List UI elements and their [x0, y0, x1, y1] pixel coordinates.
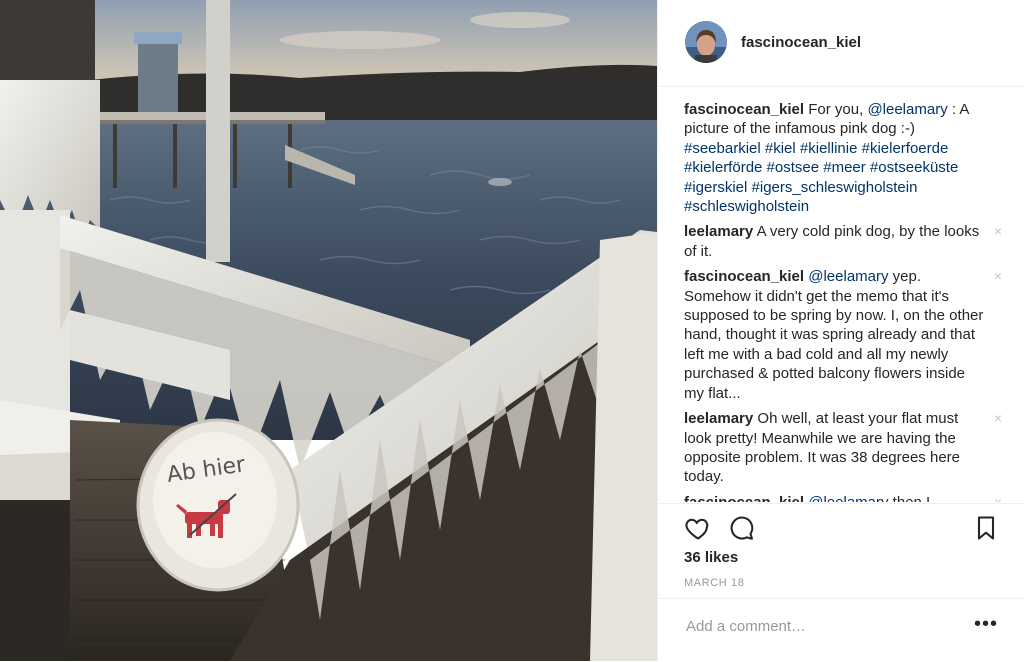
comment-username[interactable]: fascinocean_kiel: [684, 494, 804, 502]
comment-item: leelamary A very cold pink dog, by the l…: [684, 222, 1002, 261]
comment-item: fascinocean_kiel @leelamary then I ×: [684, 493, 1002, 502]
post-header: fascinocean_kiel: [658, 0, 1024, 87]
comment-username[interactable]: leelamary: [684, 223, 753, 240]
remove-comment-icon[interactable]: ×: [994, 409, 1002, 428]
bookmark-icon[interactable]: [972, 514, 1000, 542]
comment-item: fascinocean_kiel For you, @leelamary : A…: [684, 100, 1002, 216]
comment-username[interactable]: fascinocean_kiel: [684, 268, 804, 285]
comment-bubble-icon[interactable]: [728, 514, 756, 542]
comment-username[interactable]: leelamary: [684, 410, 753, 427]
remove-comment-icon[interactable]: ×: [994, 267, 1002, 286]
action-bar: [658, 503, 1024, 544]
comment-username[interactable]: fascinocean_kiel: [684, 101, 804, 118]
comment-link[interactable]: @leelamary: [808, 268, 888, 285]
comment-item: leelamary Oh well, at least your flat mu…: [684, 409, 1002, 487]
comment-text: yep. Somehow it didn't get the memo that…: [684, 268, 984, 402]
comment-link[interactable]: @leelamary: [867, 101, 947, 118]
post-sidebar: fascinocean_kiel fascinocean_kiel For yo…: [657, 0, 1024, 661]
remove-comment-icon[interactable]: ×: [994, 493, 1002, 502]
comment-list: fascinocean_kiel For you, @leelamary : A…: [684, 100, 1002, 502]
remove-comment-icon[interactable]: ×: [994, 222, 1002, 241]
add-comment-input[interactable]: [684, 613, 958, 639]
likes-count[interactable]: 36 likes: [684, 549, 738, 566]
comment-link[interactable]: @leelamary: [808, 494, 888, 502]
post-photo[interactable]: Ab hier: [0, 0, 657, 661]
heart-icon[interactable]: [684, 514, 712, 542]
comment-link[interactable]: #seebarkiel #kiel #kiellinie #kielerfoer…: [684, 140, 958, 215]
comment-text: then I: [889, 494, 931, 502]
more-options-icon[interactable]: •••: [974, 614, 998, 634]
add-comment-bar: •••: [658, 598, 1024, 662]
avatar[interactable]: [685, 21, 727, 63]
post-author-username[interactable]: fascinocean_kiel: [741, 34, 861, 51]
post-date: MARCH 18: [684, 577, 745, 589]
comment-text: For you,: [808, 101, 868, 118]
comment-item: fascinocean_kiel @leelamary yep. Somehow…: [684, 267, 1002, 403]
